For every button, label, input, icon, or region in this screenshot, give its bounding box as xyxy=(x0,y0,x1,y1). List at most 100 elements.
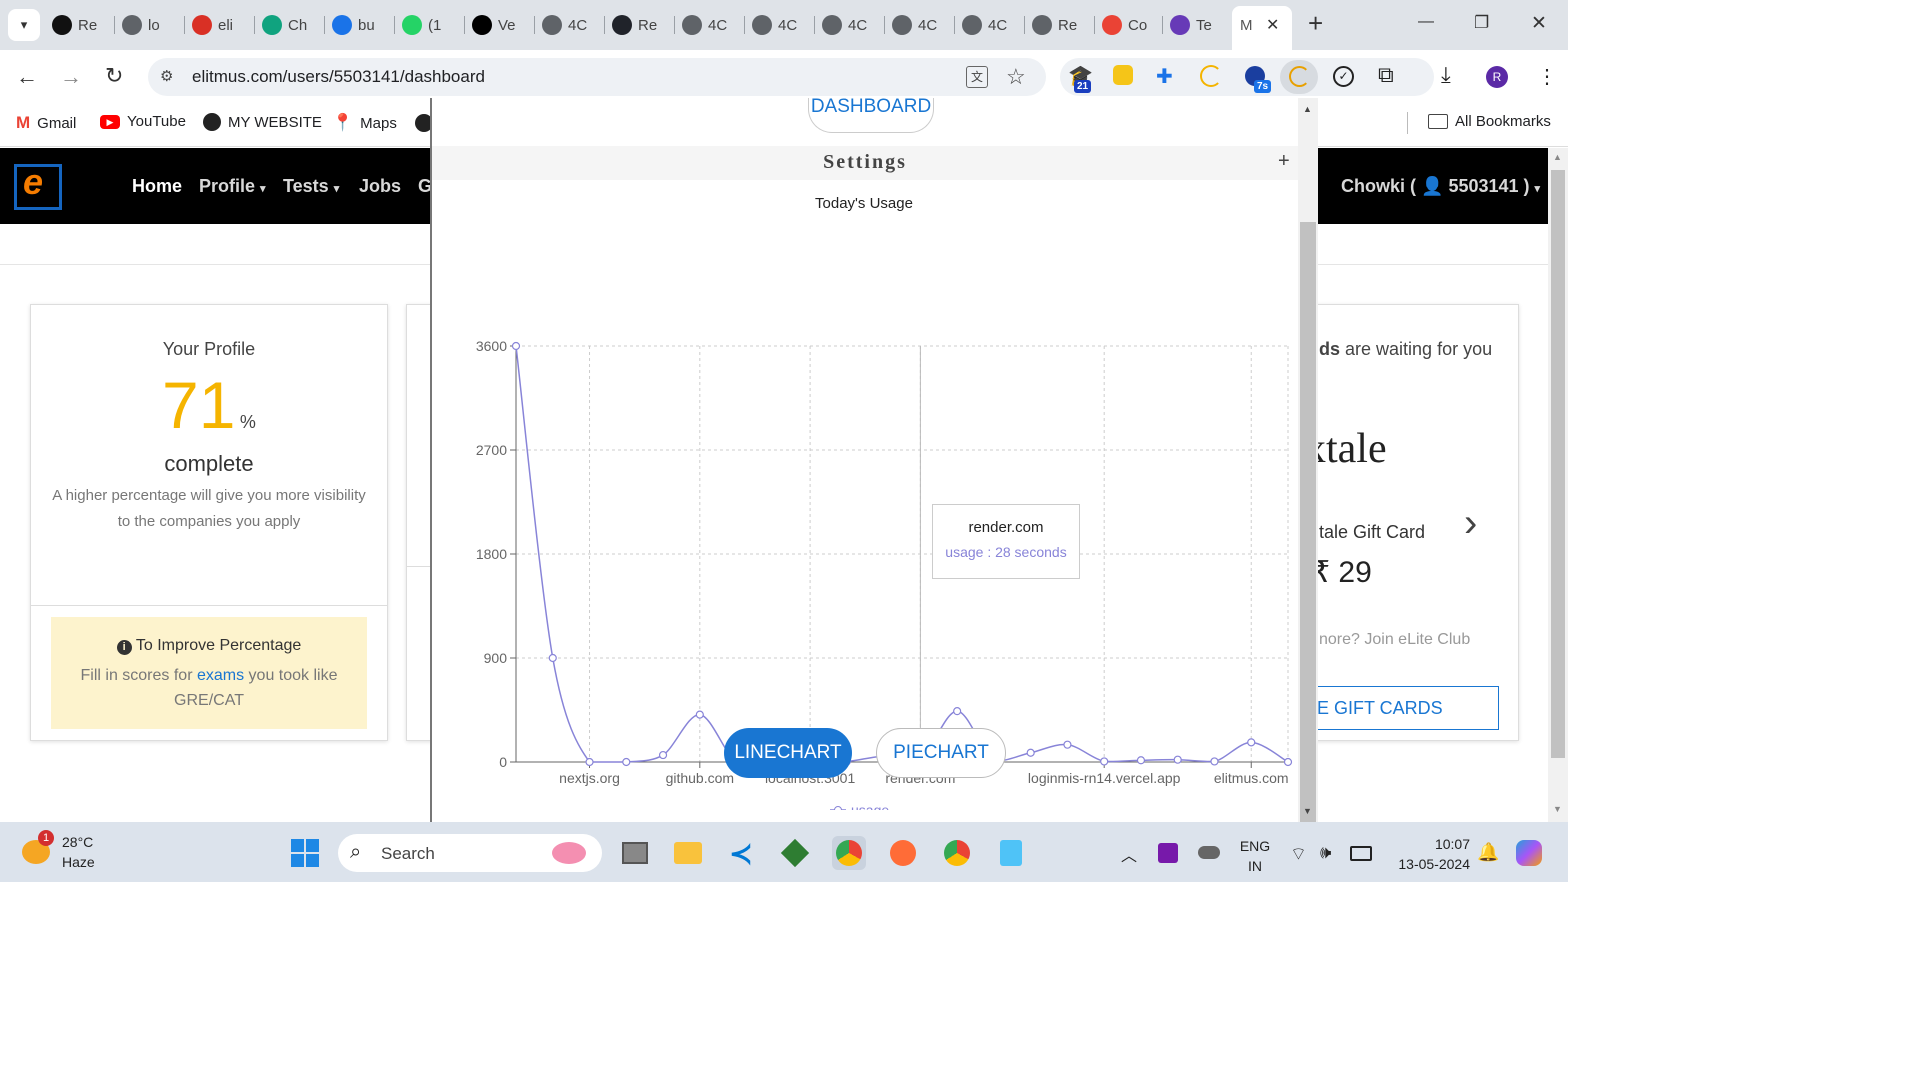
new-tab-button[interactable]: + xyxy=(1308,8,1323,39)
emoji-extension-icon[interactable] xyxy=(1113,65,1133,85)
settings-expand-icon[interactable]: + xyxy=(1278,150,1290,173)
site-info-icon[interactable]: ⚙ xyxy=(160,67,173,85)
data-point xyxy=(585,757,594,767)
elitmus-logo[interactable]: e xyxy=(14,161,62,210)
tab-16[interactable]: Te xyxy=(1170,9,1212,41)
popup-scrollbar[interactable]: ▲ ▼ xyxy=(1298,98,1318,834)
extensions-puzzle-icon[interactable]: ⧉ xyxy=(1378,62,1394,88)
onenote-icon[interactable] xyxy=(1158,843,1178,863)
bookmark-gmail[interactable]: M Gmail xyxy=(16,113,76,133)
chrome-profile-c-icon[interactable] xyxy=(940,836,974,870)
start-button[interactable] xyxy=(288,836,322,870)
tab-6[interactable]: Ve xyxy=(472,9,516,41)
back-button[interactable]: ← xyxy=(16,64,38,90)
tab-search-button[interactable]: ▾ xyxy=(8,9,40,41)
tab-9[interactable]: 4C xyxy=(682,9,727,41)
chevron-up-icon[interactable]: ︿ xyxy=(1121,842,1137,866)
taskbar-search[interactable]: ⌕ Search xyxy=(338,834,602,872)
translate-icon[interactable]: 文 xyxy=(966,66,988,88)
usage-line-chart: Today's Usage 0 900 1800 2700 3600 nextjs.org… xyxy=(476,195,1293,810)
tab-13[interactable]: 4C xyxy=(962,9,1007,41)
git-icon[interactable] xyxy=(778,836,812,870)
download-icon[interactable]: ⤓ xyxy=(1441,62,1451,88)
check-circle-icon[interactable]: ✓ xyxy=(1333,66,1354,87)
menu-kebab-icon[interactable]: ⋮ xyxy=(1537,64,1557,89)
elite-club-text[interactable]: nore? Join eLite Club xyxy=(1319,631,1470,649)
dashboard-button[interactable]: DASHBOARD xyxy=(808,98,934,133)
bookmark-my-website[interactable]: MY WEBSITE xyxy=(203,113,322,131)
postman-icon[interactable] xyxy=(886,836,920,870)
nav-home[interactable]: Home xyxy=(132,176,182,197)
tab-3[interactable]: Ch xyxy=(262,9,307,41)
tab-label: Re xyxy=(1058,16,1078,34)
window-close-button[interactable]: ✕ xyxy=(1531,12,1547,35)
profile-avatar[interactable]: R xyxy=(1486,66,1508,88)
scroll-up-arrow[interactable]: ▲ xyxy=(1303,104,1312,114)
user-menu[interactable]: Chowki ( 👤 5503141 ) ▾ xyxy=(1341,176,1540,197)
chrome-profile-r-icon[interactable] xyxy=(832,836,866,870)
task-view-icon[interactable] xyxy=(618,836,652,870)
popup-scroll-thumb[interactable] xyxy=(1300,222,1316,834)
language-indicator[interactable]: ENG IN xyxy=(1236,836,1274,876)
url-text[interactable]: elitmus.com/users/5503141/dashboard xyxy=(192,67,485,87)
bookmark-star-icon[interactable]: ☆ xyxy=(1006,64,1026,90)
extension-badge-time: 7s xyxy=(1254,80,1272,93)
data-point xyxy=(1063,740,1072,749)
wifi-icon[interactable]: ⌔ xyxy=(1290,843,1307,866)
notification-bell-icon[interactable]: 🔔 xyxy=(1477,842,1499,863)
gift-cards-button-label: E GIFT CARDS xyxy=(1317,698,1443,718)
puzzle-extension-icon[interactable]: ✚ xyxy=(1156,64,1173,89)
restore-button[interactable]: ❐ xyxy=(1474,13,1489,33)
scroll-down-arrow[interactable]: ▼ xyxy=(1303,806,1312,816)
exams-link[interactable]: exams xyxy=(197,667,244,684)
globe-icon xyxy=(892,15,912,35)
tab-7[interactable]: 4C xyxy=(542,9,587,41)
weather-widget[interactable]: 1 28°C Haze xyxy=(20,830,130,874)
tab-11[interactable]: 4C xyxy=(822,9,867,41)
bookmark-maps[interactable]: 📍 Maps xyxy=(332,113,397,133)
copilot-icon[interactable] xyxy=(1516,840,1542,866)
tab-active[interactable]: M ✕ xyxy=(1232,6,1292,50)
bookmark-youtube[interactable]: ▶ YouTube xyxy=(100,113,186,130)
minimize-button[interactable]: — xyxy=(1418,13,1434,31)
tab-12[interactable]: 4C xyxy=(892,9,937,41)
forward-button[interactable]: → xyxy=(60,64,82,90)
tab-2[interactable]: eli xyxy=(192,9,233,41)
timer-extension-icon[interactable] xyxy=(1200,65,1222,87)
tab-15[interactable]: Co xyxy=(1102,9,1147,41)
scroll-down-arrow[interactable]: ▼ xyxy=(1553,804,1562,814)
close-icon[interactable]: ✕ xyxy=(1266,15,1279,35)
battery-icon[interactable] xyxy=(1350,846,1372,861)
user-name: Chowki ( xyxy=(1341,176,1421,196)
github-icon xyxy=(52,15,72,35)
clock[interactable]: 10:07 13-05-2024 xyxy=(1386,834,1470,874)
tab-10[interactable]: 4C xyxy=(752,9,797,41)
piechart-button[interactable]: PIECHART xyxy=(876,728,1006,778)
tab-label: eli xyxy=(218,16,234,34)
file-explorer-icon[interactable] xyxy=(671,836,705,870)
page-scrollbar[interactable]: ▲ ▼ xyxy=(1548,148,1568,822)
tab-8[interactable]: Re xyxy=(612,9,657,41)
tab-5[interactable]: (1 xyxy=(402,9,441,41)
all-bookmarks-button[interactable]: All Bookmarks xyxy=(1428,113,1551,130)
volume-icon[interactable]: 🕪 xyxy=(1320,842,1331,863)
notepad-icon[interactable] xyxy=(994,836,1028,870)
cloud-icon[interactable] xyxy=(1198,846,1220,859)
tab-1[interactable]: lo xyxy=(122,9,160,41)
reload-button[interactable]: ↻ xyxy=(105,63,123,89)
vscode-icon[interactable]: ≺ xyxy=(724,836,758,870)
tab-14[interactable]: Re xyxy=(1032,9,1077,41)
x-tick-label: loginmis-rn14.vercel.app xyxy=(1028,770,1181,786)
nav-jobs[interactable]: Jobs xyxy=(359,176,401,197)
nav-tests[interactable]: Tests ▾ xyxy=(283,176,339,197)
nav-profile[interactable]: Profile ▾ xyxy=(199,176,266,197)
linechart-button[interactable]: LINECHART xyxy=(724,728,852,778)
scroll-up-arrow[interactable]: ▲ xyxy=(1553,152,1562,162)
chevron-right-icon[interactable]: › xyxy=(1464,501,1477,546)
gift-cards-button[interactable]: E GIFT CARDS xyxy=(1305,686,1499,730)
tab-4[interactable]: bu xyxy=(332,9,375,41)
scroll-thumb[interactable] xyxy=(1551,170,1565,758)
data-point xyxy=(511,341,521,351)
settings-bar[interactable]: Settings + xyxy=(432,146,1298,180)
tab-0[interactable]: Re xyxy=(52,9,97,41)
